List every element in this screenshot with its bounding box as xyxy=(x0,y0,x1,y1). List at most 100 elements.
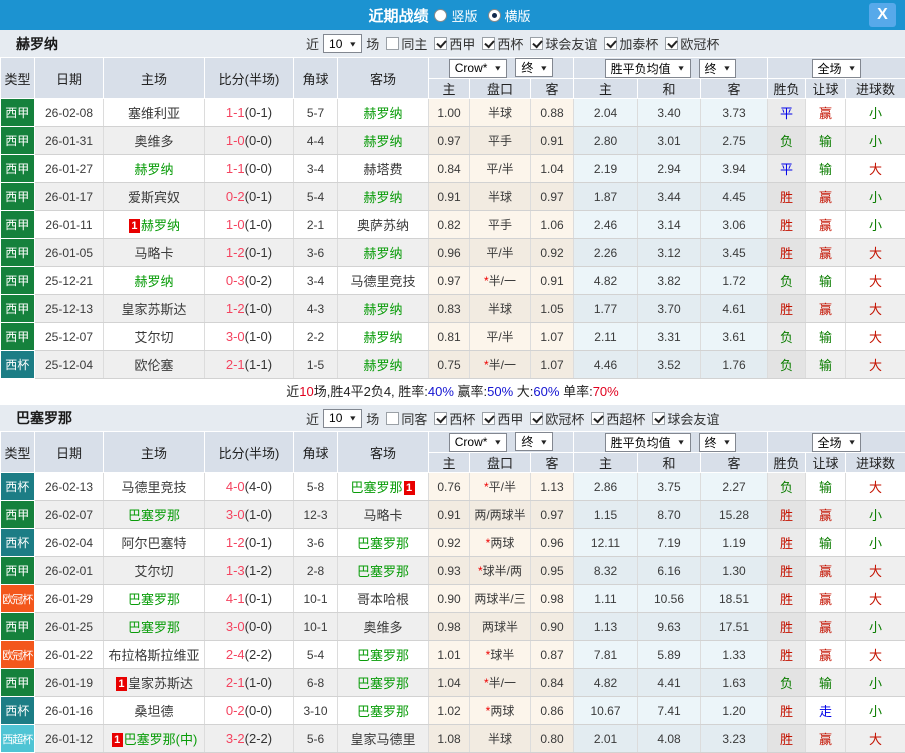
competition-badge: 西超杯 xyxy=(0,724,35,753)
league-checkbox[interactable] xyxy=(652,411,666,425)
team-name: 皇家苏斯达 xyxy=(121,302,187,317)
league-checkbox[interactable] xyxy=(604,37,618,50)
match-count-select[interactable]: 10 ▼ xyxy=(323,408,363,428)
match-row: 西甲 26-01-11 1 赫罗纳 1-0(1-0) 2-1 奥萨苏纳 0.82 平手 1.06 2… xyxy=(0,210,905,239)
final-avg-select[interactable]: 终 ▼ xyxy=(698,432,737,452)
avg-draw: 3.31 xyxy=(637,322,701,351)
team-name: 巴塞罗那 xyxy=(127,508,180,523)
match-row: 西甲 26-01-31 奥维多 1-0(0-0) 4-4 赫罗纳 0.97 平手 0.91 2.8… xyxy=(0,126,905,155)
avg-away: 1.76 xyxy=(700,350,769,379)
corners: 4-4 xyxy=(293,126,338,155)
dropdown-arrow-icon: ▼ xyxy=(493,438,503,447)
column-header: 客场 xyxy=(337,57,429,99)
odds-home: 1.04 xyxy=(428,668,470,697)
match-date: 26-01-25 xyxy=(34,612,104,641)
avg-draw: 3.52 xyxy=(637,350,701,379)
away-team: 赫罗纳 xyxy=(337,238,429,267)
corners: 2-1 xyxy=(293,210,338,239)
odds-home: 0.91 xyxy=(428,182,470,211)
league-checkbox[interactable] xyxy=(434,37,448,50)
result-handicap: 赢 xyxy=(805,294,847,323)
competition-badge: 西甲 xyxy=(0,612,35,641)
handicap: *半/一 xyxy=(469,266,531,295)
avg-select[interactable]: 胜平负均值 ▼ xyxy=(604,432,691,452)
home-team: 布拉格斯拉维亚 xyxy=(103,640,205,669)
match-date: 26-01-05 xyxy=(34,238,104,267)
result-goals: 大 xyxy=(845,154,905,183)
odds-home: 0.81 xyxy=(428,322,470,351)
radio-vertical[interactable] xyxy=(434,8,448,22)
result-goals: 小 xyxy=(845,696,905,725)
away-team: 巴塞罗那 xyxy=(337,640,429,669)
bookmaker-select[interactable]: Crow* ▼ xyxy=(448,432,508,452)
corners: 10-1 xyxy=(293,584,338,613)
avg-draw: 2.94 xyxy=(637,154,701,183)
same-venue-checkbox[interactable] xyxy=(386,411,400,425)
result-wdl: 负 xyxy=(767,350,807,379)
corners: 2-2 xyxy=(293,322,338,351)
column-subheader: 盘口 xyxy=(469,452,531,473)
competition-badge: 西杯 xyxy=(0,696,35,725)
league-checkbox[interactable] xyxy=(530,411,544,425)
scope-select[interactable]: 全场 ▼ xyxy=(811,432,862,452)
league-checkbox[interactable] xyxy=(434,411,448,425)
avg-away: 4.45 xyxy=(700,182,769,211)
handicap: 平手 xyxy=(469,126,531,155)
avg-home: 2.04 xyxy=(573,98,638,127)
result-wdl: 负 xyxy=(767,126,807,155)
final-odds-select[interactable]: 终 ▼ xyxy=(515,58,554,78)
avg-select[interactable]: 胜平负均值 ▼ xyxy=(604,58,691,78)
away-team: 赫罗纳 xyxy=(337,294,429,323)
match-row: 西甲 26-01-05 马略卡 1-2(0-1) 3-6 赫罗纳 0.96 平/半 0.92 2.… xyxy=(0,238,905,267)
bookmaker-select[interactable]: Crow* ▼ xyxy=(448,58,508,78)
dropdown-arrow-icon: ▼ xyxy=(847,438,857,446)
dropdown-arrow-icon: ▼ xyxy=(722,438,732,446)
result-goals: 小 xyxy=(845,210,905,239)
handicap: 半球 xyxy=(469,724,531,753)
league-checkbox[interactable] xyxy=(665,37,679,50)
radio-vertical-label: 竖版 xyxy=(451,8,478,24)
competition-badge: 西甲 xyxy=(0,322,35,351)
match-date: 26-01-22 xyxy=(34,640,104,669)
avg-home: 7.81 xyxy=(573,640,638,669)
league-label: 球会友谊 xyxy=(667,411,720,427)
league-checkbox[interactable] xyxy=(530,37,544,50)
avg-away: 17.51 xyxy=(700,612,769,641)
match-row: 西杯 26-02-13 马德里竞技 4-0(4-0) 5-8 巴塞罗那 1 0.76 *平/半 1… xyxy=(0,472,905,501)
league-checkbox[interactable] xyxy=(591,411,605,425)
score: 0-3(0-2) xyxy=(204,266,294,295)
close-icon[interactable]: X xyxy=(869,3,896,27)
league-checkbox[interactable] xyxy=(482,411,496,425)
home-team: 赫罗纳 xyxy=(103,154,205,183)
dropdown-arrow-icon: ▼ xyxy=(847,64,857,72)
final-odds-select[interactable]: 终 ▼ xyxy=(515,432,554,452)
scope-select[interactable]: 全场 ▼ xyxy=(811,58,862,78)
result-goals: 小 xyxy=(845,668,905,697)
column-subheader: 进球数 xyxy=(845,452,905,473)
corners: 3-6 xyxy=(293,238,338,267)
away-team: 哥本哈根 xyxy=(337,584,429,613)
final-avg-select[interactable]: 终 ▼ xyxy=(698,58,737,78)
column-subheader: 客 xyxy=(530,452,574,473)
match-count-select[interactable]: 10 ▼ xyxy=(323,34,363,53)
corners: 3-4 xyxy=(293,266,338,295)
competition-badge: 西甲 xyxy=(0,182,35,211)
column-subheader: 胜负 xyxy=(767,78,807,99)
same-venue-checkbox[interactable] xyxy=(386,37,400,50)
result-handicap: 输 xyxy=(805,350,847,379)
handicap: 平手 xyxy=(469,210,531,239)
team-name: 马略卡 xyxy=(134,246,174,261)
odds-home: 0.96 xyxy=(428,238,470,267)
radio-horizontal[interactable] xyxy=(487,8,501,22)
result-wdl: 负 xyxy=(767,472,807,501)
result-goals: 小 xyxy=(845,528,905,557)
competition-badge: 西甲 xyxy=(0,294,35,323)
away-team: 巴塞罗那 1 xyxy=(337,472,429,501)
team-name: 爱斯宾奴 xyxy=(127,190,180,205)
match-row: 西甲 26-01-17 爱斯宾奴 0-2(0-1) 5-4 赫罗纳 0.91 半球 0.97 1.… xyxy=(0,182,905,211)
league-checkbox[interactable] xyxy=(482,37,496,50)
result-handicap: 赢 xyxy=(805,182,847,211)
team-name: 皇家马德里 xyxy=(350,732,416,747)
avg-draw: 6.16 xyxy=(637,556,701,585)
avg-draw: 8.70 xyxy=(637,500,701,529)
